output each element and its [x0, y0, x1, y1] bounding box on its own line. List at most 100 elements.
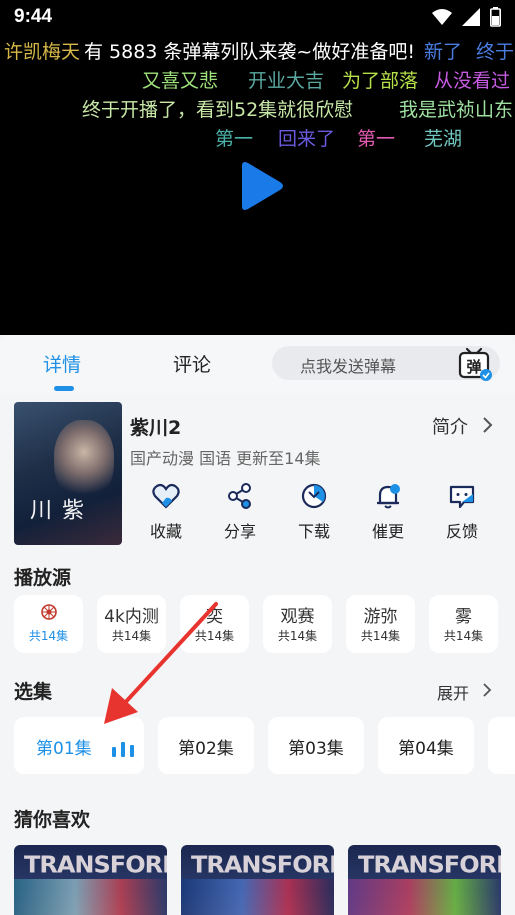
- recommend-art: [181, 879, 334, 915]
- recommend-list: TRANSFORMERS TRANSFORMERS TRANSFORMERS: [14, 845, 515, 915]
- source-name: 游弥: [363, 607, 398, 627]
- favorite-button[interactable]: 收藏: [136, 482, 196, 542]
- source-count: 共14集: [443, 629, 484, 643]
- video-player[interactable]: 9:44 许凯梅天 有 5883 条弹幕列队来袭~做好准备吧! 新了 终于 又喜…: [0, 0, 515, 335]
- feedback-label: 反馈: [445, 522, 478, 541]
- action-row: 收藏 分享 下载 催更 反馈: [128, 482, 500, 552]
- status-time: 9:44: [14, 6, 53, 27]
- download-label: 下载: [297, 522, 330, 541]
- urge-update-button[interactable]: 催更: [358, 482, 418, 542]
- source-count: 共14集: [277, 629, 318, 643]
- source-item[interactable]: 雾 共14集: [429, 595, 498, 653]
- episode-label: 第03集: [288, 739, 344, 759]
- danmaku-item: 终于: [476, 41, 515, 63]
- detail-panel: 详情 评论 点我发送弹幕 弹 紫川 紫川2 国产动漫 国语 更新至14集 简介 …: [0, 335, 515, 915]
- source-item[interactable]: 观赛 共14集: [263, 595, 332, 653]
- recommend-art: [348, 879, 501, 915]
- source-name: 观赛: [280, 607, 315, 627]
- source-count: 共14集: [28, 629, 69, 643]
- episode-item[interactable]: 第02集: [158, 717, 254, 774]
- source-name: [14, 602, 83, 624]
- favorite-label: 收藏: [149, 522, 182, 541]
- source-name: 4k内测: [104, 607, 159, 627]
- recommend-art: [14, 879, 167, 915]
- bell-icon: [377, 484, 400, 509]
- source-item[interactable]: 共14集: [14, 595, 83, 653]
- danmaku-item: 第一: [357, 128, 396, 150]
- episode-label: 第02集: [178, 739, 234, 759]
- wifi-icon: [432, 9, 452, 25]
- source-name: 奕: [206, 607, 223, 627]
- tab-bar: 详情 评论 点我发送弹幕 弹: [0, 335, 515, 393]
- episode-item[interactable]: 第01集: [14, 717, 144, 774]
- chevron-right-icon[interactable]: [480, 415, 494, 435]
- recommend-logo: TRANSFORMERS: [191, 851, 334, 879]
- danmaku-icon-glyph: 弹: [466, 358, 481, 376]
- source-name: 雾: [455, 607, 472, 627]
- feedback-button[interactable]: 反馈: [432, 482, 492, 542]
- recommend-item[interactable]: TRANSFORMERS: [14, 845, 167, 915]
- show-title: 紫川2: [130, 417, 182, 439]
- intro-link[interactable]: 简介: [432, 413, 468, 439]
- episodes-title: 选集: [14, 681, 53, 703]
- episode-item[interactable]: [488, 717, 515, 774]
- recommend-logo: TRANSFORMERS: [24, 851, 167, 879]
- battery-icon: [490, 7, 501, 27]
- recommend-title: 猜你喜欢: [14, 809, 91, 831]
- danmaku-item: 又喜又悲: [142, 70, 219, 92]
- danmaku-item: 为了部落: [342, 70, 419, 92]
- danmaku-item: 回来了: [278, 128, 336, 150]
- episode-label: 第04集: [398, 739, 454, 759]
- playing-indicator-icon: [112, 742, 134, 757]
- chevron-right-icon[interactable]: [482, 682, 492, 698]
- source-item[interactable]: 奕 共14集: [180, 595, 249, 653]
- source-count: 共14集: [360, 629, 401, 643]
- danmaku-item: 终于开播了，看到52集就很欣慰: [82, 99, 354, 121]
- urge-update-label: 催更: [371, 522, 404, 541]
- send-danmaku-input[interactable]: 点我发送弹幕 弹: [272, 346, 500, 381]
- episode-item[interactable]: 第04集: [378, 717, 474, 774]
- feedback-icon: [449, 485, 475, 509]
- danmaku-icon[interactable]: 弹: [456, 346, 494, 384]
- download-button[interactable]: 下载: [284, 482, 344, 542]
- source-item[interactable]: 游弥 共14集: [346, 595, 415, 653]
- tab-indicator: [54, 386, 74, 391]
- poster-art: [54, 420, 114, 500]
- tab-comments[interactable]: 评论: [173, 350, 211, 377]
- share-icon: [228, 483, 251, 509]
- status-icons: [432, 7, 501, 27]
- status-bar: 9:44: [0, 0, 515, 34]
- danmaku-item: 开业大吉: [248, 70, 325, 92]
- tab-details[interactable]: 详情: [43, 350, 81, 377]
- heart-icon: [152, 483, 180, 509]
- expand-episodes-link[interactable]: 展开: [437, 680, 469, 704]
- share-button[interactable]: 分享: [210, 482, 270, 542]
- danmaku-item: 第一: [215, 128, 254, 150]
- show-poster[interactable]: 紫川: [14, 402, 122, 545]
- send-danmaku-placeholder: 点我发送弹幕: [300, 357, 397, 376]
- spider-icon: [40, 604, 57, 620]
- episode-list: 第01集 第02集 第03集 第04集: [14, 717, 515, 775]
- danmaku-item: 我是武祯山东: [399, 99, 514, 121]
- share-label: 分享: [223, 522, 256, 541]
- show-meta: 国产动漫 国语 更新至14集: [130, 449, 321, 468]
- danmaku-item: 许凯梅天: [4, 41, 81, 63]
- episode-label: 第01集: [36, 739, 92, 759]
- signal-icon: [462, 8, 480, 26]
- recommend-logo: TRANSFORMERS: [358, 851, 501, 879]
- download-icon: [301, 483, 327, 509]
- poster-title: 紫川: [26, 498, 83, 522]
- danmaku-item: 从没看过: [434, 70, 511, 92]
- recommend-item[interactable]: TRANSFORMERS: [181, 845, 334, 915]
- source-item[interactable]: 4k内测 共14集: [97, 595, 166, 653]
- recommend-item[interactable]: TRANSFORMERS: [348, 845, 501, 915]
- episode-item[interactable]: 第03集: [268, 717, 364, 774]
- source-count: 共14集: [111, 629, 152, 643]
- danmaku-notice: 有 5883 条弹幕列队来袭~做好准备吧!: [84, 41, 415, 63]
- play-icon[interactable]: [236, 160, 286, 212]
- sources-title: 播放源: [14, 567, 72, 589]
- danmaku-item: 芜湖: [424, 128, 463, 150]
- sources-list: 共14集 4k内测 共14集 奕 共14集 观赛 共14集 游弥 共14集 雾 …: [14, 595, 515, 655]
- danmaku-item: 新了: [424, 41, 463, 63]
- source-count: 共14集: [194, 629, 235, 643]
